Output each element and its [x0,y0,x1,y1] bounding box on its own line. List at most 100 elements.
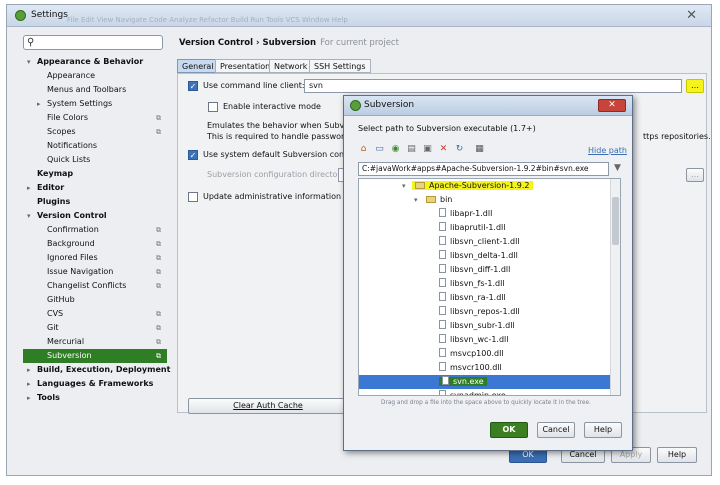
module-icon[interactable]: ▤ [406,144,417,155]
project-icon[interactable]: ◉ [390,144,401,155]
file-item[interactable]: msvcp100.dll [439,347,504,361]
expand-icon[interactable]: ▾ [414,193,418,207]
desktop-icon[interactable]: ▭ [374,144,385,155]
update-checkbox[interactable] [188,192,198,202]
sysdefault-checkbox[interactable]: ✓ [188,150,198,160]
help-button[interactable]: Help [657,447,697,463]
sidebar-item-confirmation[interactable]: Confirmation ⧉ [17,223,167,237]
sidebar-item-cvs[interactable]: CVS ⧉ [17,307,167,321]
expand-icon[interactable]: ▸ [37,97,41,111]
bin-folder-item[interactable]: ▾ bin [414,193,452,207]
sidebar-item-notifications[interactable]: Notifications [17,139,167,153]
file-label: msvcr100.dll [450,363,502,372]
expand-icon[interactable]: ▸ [27,377,31,391]
sidebar-item-github[interactable]: GitHub [17,293,167,307]
project-scope-icon: ⧉ [156,114,161,122]
sidebar-item-mercurial[interactable]: Mercurial ⧉ [17,335,167,349]
file-item[interactable]: libapr-1.dll [439,207,492,221]
file-icon [439,278,446,287]
config-browse-button[interactable]: … [686,168,704,182]
file-item[interactable]: libsvn_ra-1.dll [439,291,506,305]
sidebar-item-ignored-files[interactable]: Ignored Files ⧉ [17,251,167,265]
file-item[interactable]: libsvn_wc-1.dll [439,333,508,347]
sidebar-item-tools[interactable]: ▸ Tools [17,391,167,405]
dialog-title: Subversion [364,100,415,110]
settings-search-input[interactable]: ⚲ [23,35,163,50]
sidebar-item-label: System Settings [47,99,113,108]
new-folder-icon[interactable]: ▣ [422,144,433,155]
sidebar-item-version-control[interactable]: ▾ Version Control [17,209,167,223]
file-item[interactable]: libsvn_diff-1.dll [439,263,510,277]
collapse-icon[interactable]: ▾ [27,55,31,69]
file-label: libapr-1.dll [450,209,493,218]
history-icon[interactable]: ▼ [612,163,623,174]
file-item[interactable]: libsvn_subr-1.dll [439,319,515,333]
file-icon [439,320,446,329]
file-item[interactable]: svnadmin.exe [439,389,506,396]
sidebar-item-scopes[interactable]: Scopes ⧉ [17,125,167,139]
expand-icon[interactable]: ▾ [402,179,406,193]
sidebar-item-label: Notifications [47,141,98,150]
file-item[interactable]: libsvn_client-1.dll [439,235,520,249]
sidebar-item-appearance-behavior[interactable]: ▾ Appearance & Behavior [17,55,167,69]
sidebar-item-subversion[interactable]: Subversion ⧉ [23,349,167,363]
clear-auth-cache-button[interactable]: Clear Auth Cache [188,398,348,414]
collapse-icon[interactable]: ▾ [27,209,31,223]
delete-icon[interactable]: ✕ [438,144,449,155]
dialog-cancel-button[interactable]: Cancel [537,422,575,438]
dialog-close-icon[interactable]: ✕ [598,99,626,112]
vertical-scrollbar[interactable] [610,179,620,395]
sidebar-item-file-colors[interactable]: File Colors ⧉ [17,111,167,125]
browse-button[interactable]: … [686,79,704,93]
sidebar-item-keymap[interactable]: Keymap [17,167,167,181]
tab-general[interactable]: General [177,59,219,73]
tab-presentation[interactable]: Presentation [215,59,276,73]
show-hidden-icon[interactable]: ▦ [474,144,485,155]
home-icon[interactable]: ⌂ [358,144,369,155]
expand-icon[interactable]: ▸ [27,181,31,195]
sidebar-item-label: File Colors [47,113,88,122]
refresh-icon[interactable]: ↻ [454,144,465,155]
sidebar-item-changelist-conflicts[interactable]: Changelist Conflicts ⧉ [17,279,167,293]
file-item[interactable]: libsvn_repos-1.dll [439,305,520,319]
file-label: svnadmin.exe [450,391,506,396]
tab-network[interactable]: Network [269,59,313,73]
sidebar-item-languages-frameworks[interactable]: ▸ Languages & Frameworks [17,377,167,391]
sidebar-item-plugins[interactable]: Plugins [17,195,167,209]
use-cmd-checkbox[interactable]: ✓ [188,81,198,91]
file-item[interactable]: libaprutil-1.dll [439,221,506,235]
file-item[interactable]: libsvn_fs-1.dll [439,277,505,291]
dialog-prompt: Select path to Subversion executable (1.… [358,124,536,133]
expand-icon[interactable]: ▸ [27,363,31,377]
tab-ssh-settings[interactable]: SSH Settings [309,59,371,73]
scrollbar-thumb[interactable] [612,197,619,245]
path-input[interactable]: C:#javaWork#apps#Apache-Subversion-1.9.2… [358,162,609,176]
sidebar-item-label: Appearance [47,71,96,80]
sidebar-item-editor[interactable]: ▸ Editor [17,181,167,195]
sidebar-item-background[interactable]: Background ⧉ [17,237,167,251]
close-icon[interactable]: ✕ [686,8,697,23]
file-icon [439,264,446,273]
file-item[interactable]: libsvn_delta-1.dll [439,249,518,263]
sidebar-item-issue-navigation[interactable]: Issue Navigation ⧉ [17,265,167,279]
file-label: libaprutil-1.dll [450,223,506,232]
dialog-ok-button[interactable]: OK [490,422,528,438]
root-folder-item[interactable]: ▾ Apache-Subversion-1.9.2 [402,179,533,193]
project-scope-icon: ⧉ [156,324,161,332]
sidebar-item-quick-lists[interactable]: Quick Lists [17,153,167,167]
interactive-label: Enable interactive mode [223,102,321,111]
sidebar-item-label: Issue Navigation [47,267,114,276]
sidebar-item-build-execution-deployment[interactable]: ▸ Build, Execution, Deployment [17,363,170,377]
hide-path-link[interactable]: Hide path [588,146,627,155]
sidebar-item-appearance[interactable]: Appearance [17,69,167,83]
dialog-help-button[interactable]: Help [584,422,622,438]
expand-icon[interactable]: ▸ [27,391,31,405]
sidebar-item-git[interactable]: Git ⧉ [17,321,167,335]
file-item[interactable]: svn.exe [359,375,612,389]
sidebar-item-menus-and-toolbars[interactable]: Menus and Toolbars [17,83,167,97]
sidebar-item-system-settings[interactable]: ▸ System Settings [17,97,167,111]
file-item[interactable]: msvcr100.dll [439,361,502,375]
interactive-checkbox[interactable] [208,102,218,112]
sidebar-item-label: Languages & Frameworks [37,379,154,388]
cmd-path-input[interactable]: svn [304,79,682,93]
